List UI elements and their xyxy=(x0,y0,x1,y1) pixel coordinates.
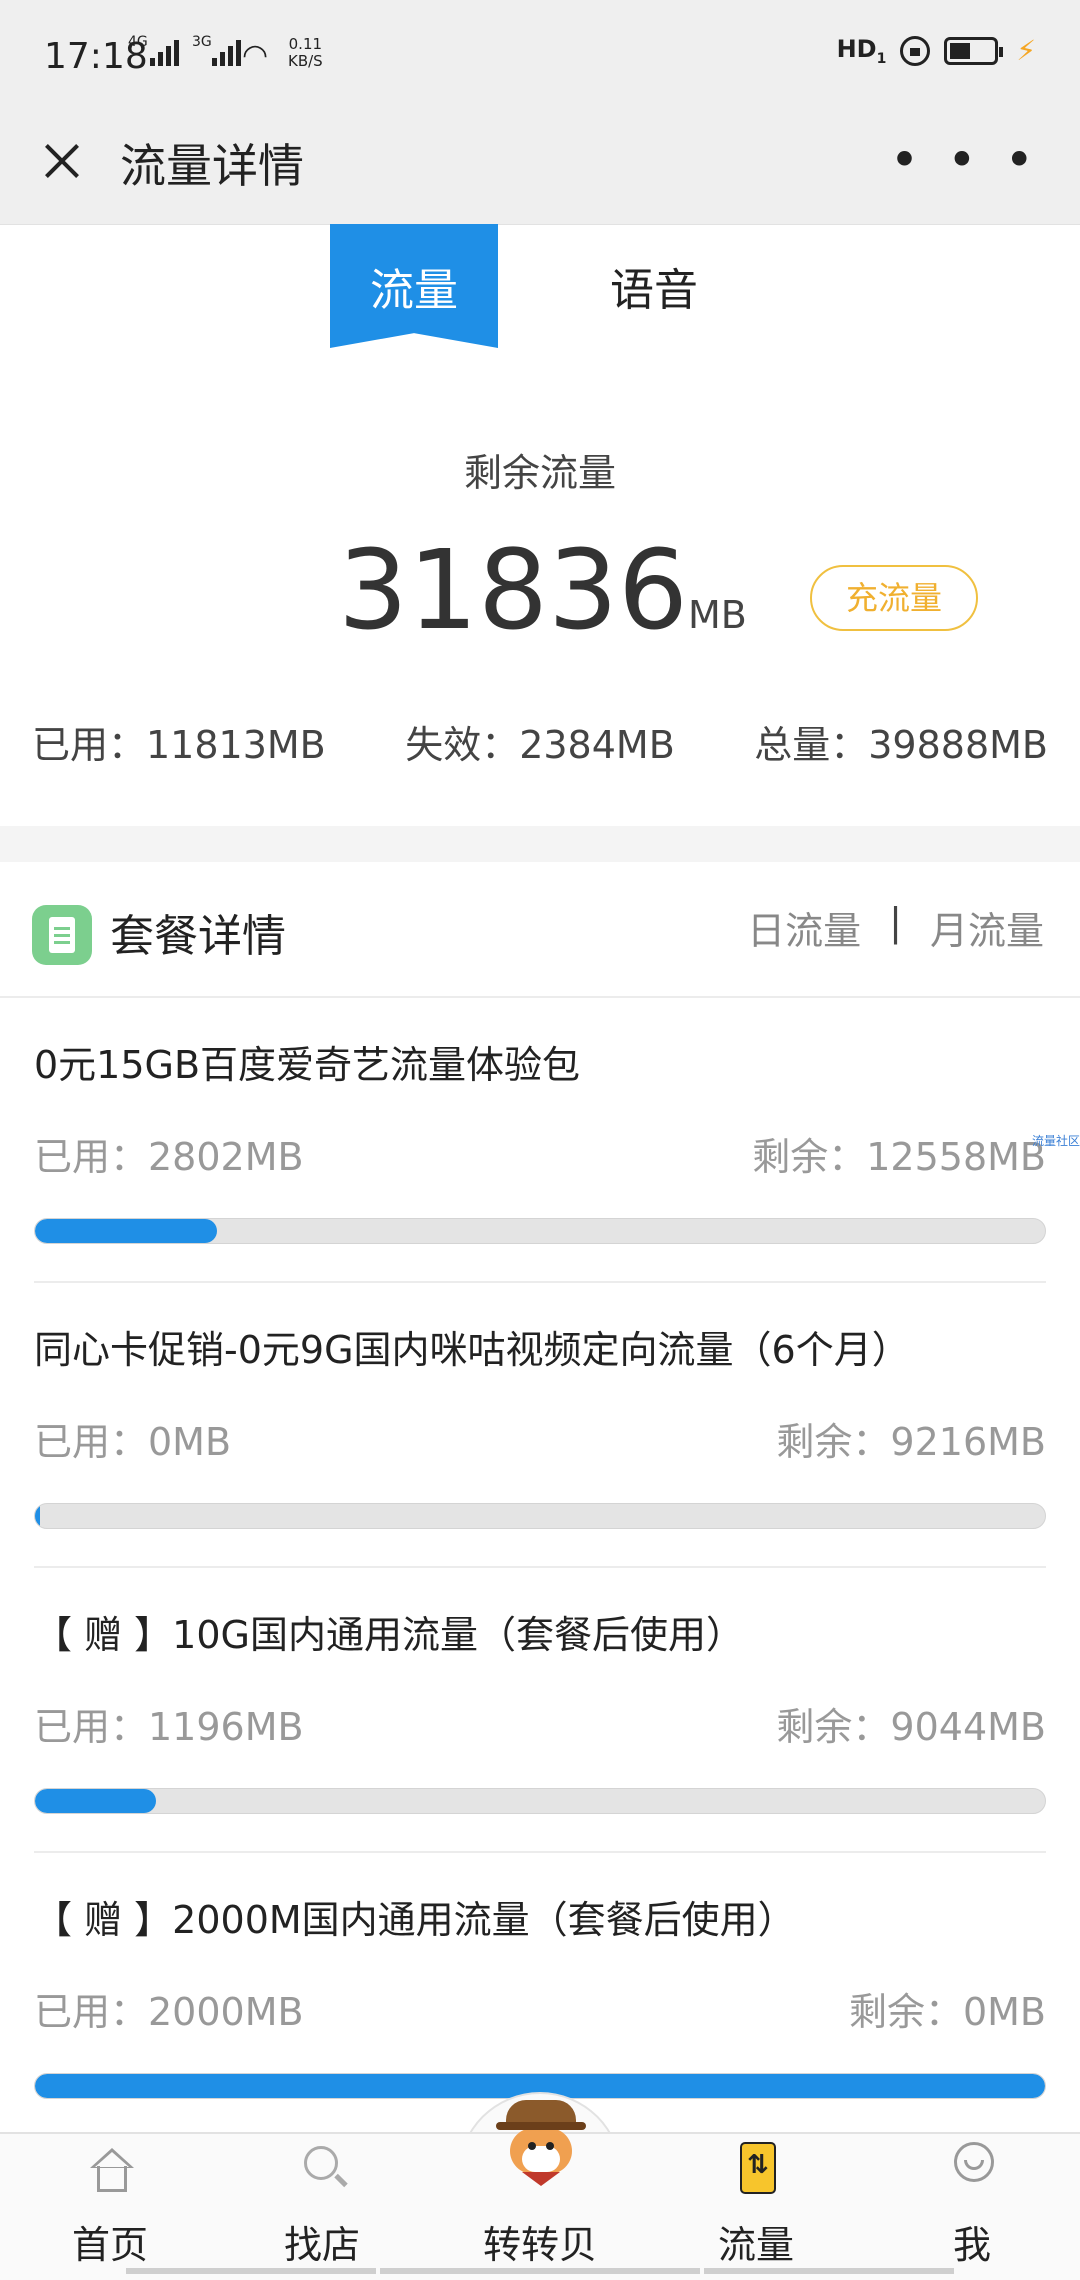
network-type-2: 3G xyxy=(192,34,212,50)
tab-voice[interactable]: 语音 xyxy=(610,254,698,318)
package-used: 已用：1196MB xyxy=(34,1705,304,1749)
home-icon xyxy=(90,2148,134,2192)
remaining-label: 剩余流量 xyxy=(463,451,616,495)
speed-value: 0.11 xyxy=(288,35,323,53)
title-bar: 流量详情 • • • xyxy=(0,110,1080,225)
package-used: 已用：0MB xyxy=(34,1420,232,1464)
signal-icon-2 xyxy=(212,40,241,66)
package-remaining: 剩余：12558MB xyxy=(752,1135,1046,1179)
switch-separator: | xyxy=(889,900,902,944)
package-used: 已用：2000MB xyxy=(34,1990,304,2034)
daily-flow-toggle[interactable]: 日流量 xyxy=(747,900,861,955)
charging-icon: ⚡ xyxy=(1016,34,1036,67)
battery-icon xyxy=(944,36,1004,65)
nav-home-label: 首页 xyxy=(71,2223,148,2267)
package-remaining: 剩余：0MB xyxy=(848,1990,1046,2034)
remaining-unit: MB xyxy=(687,593,747,637)
network-type-1: 4G xyxy=(128,34,148,50)
hd-icon: HD1 xyxy=(836,34,887,67)
nav-flow[interactable]: ⇅ 流量 xyxy=(656,2134,856,2280)
package-progress-bar xyxy=(34,1788,1046,1814)
remaining-number: 31836 xyxy=(338,526,688,654)
gesture-bar-center xyxy=(380,2268,700,2274)
user-icon xyxy=(952,2142,996,2194)
package-item[interactable]: 同心卡促销-0元9G国内咪咕视频定向流量（6个月） 已用：0MB 剩余：9216… xyxy=(0,1283,1080,1568)
nav-find-store[interactable]: 找店 xyxy=(222,2134,422,2280)
signal-icon-1 xyxy=(150,40,179,66)
used-stat: 已用：11813MB xyxy=(32,723,326,767)
watermark: 流量社区 xyxy=(1031,1134,1080,1148)
network-speed: 0.11 KB/S xyxy=(288,36,323,70)
remaining-value: 31836MB xyxy=(338,530,747,675)
recharge-button[interactable]: 充流量 xyxy=(810,565,978,631)
section-divider xyxy=(0,826,1080,862)
nav-find-store-label: 找店 xyxy=(283,2223,360,2267)
package-section-title: 套餐详情 xyxy=(110,911,286,962)
nav-me-label: 我 xyxy=(952,2223,991,2267)
progress-fill xyxy=(35,1504,41,1528)
package-name: 同心卡促销-0元9G国内咪咕视频定向流量（6个月） xyxy=(34,1328,910,1372)
usage-stats: 已用：11813MB 失效：2384MB 总量：39888MB xyxy=(32,714,1048,769)
package-item[interactable]: 0元15GB百度爱奇艺流量体验包 已用：2802MB 剩余：12558MB xyxy=(0,998,1080,1283)
progress-fill xyxy=(35,1789,157,1813)
package-name: 【 赠 】2000M国内通用流量（套餐后使用） xyxy=(34,1898,796,1942)
close-icon[interactable] xyxy=(36,132,86,192)
package-remaining: 剩余：9044MB xyxy=(776,1705,1046,1749)
total-stat: 总量：39888MB xyxy=(754,723,1048,767)
package-progress-bar xyxy=(34,1503,1046,1529)
period-switch: 日流量 | 月流量 xyxy=(747,900,1044,955)
search-icon xyxy=(302,2144,348,2188)
more-icon[interactable]: • • • xyxy=(890,130,1040,190)
status-icons: HD1 ⚡ xyxy=(837,34,1036,67)
flow-card-icon: ⇅ xyxy=(740,2142,776,2194)
nav-zhuanzhuanbei-label: 转转贝 xyxy=(482,2223,597,2267)
nav-home[interactable]: 首页 xyxy=(10,2134,210,2280)
wifi-icon: ◠ xyxy=(242,38,269,73)
package-name: 0元15GB百度爱奇艺流量体验包 xyxy=(34,1043,581,1087)
progress-fill xyxy=(35,1219,217,1243)
package-progress-bar xyxy=(34,1218,1046,1244)
gesture-bar-right xyxy=(704,2268,954,2274)
package-item[interactable]: 【 赠 】10G国内通用流量（套餐后使用） 已用：1196MB 剩余：9044M… xyxy=(0,1568,1080,1853)
gesture-bar-left xyxy=(126,2268,376,2274)
status-bar: 17:18 4G 3G ◠ 0.11 KB/S HD1 ⚡ xyxy=(0,0,1080,110)
monthly-flow-toggle[interactable]: 月流量 xyxy=(930,900,1044,955)
nav-flow-label: 流量 xyxy=(717,2223,794,2267)
speed-unit: KB/S xyxy=(288,52,323,70)
page-title: 流量详情 xyxy=(120,139,304,193)
package-used: 已用：2802MB xyxy=(34,1135,304,1179)
package-name: 【 赠 】10G国内通用流量（套餐后使用） xyxy=(34,1613,744,1657)
package-remaining: 剩余：9216MB xyxy=(776,1420,1046,1464)
tab-data[interactable]: 流量 xyxy=(330,224,498,348)
expired-stat: 失效：2384MB xyxy=(405,723,675,767)
document-icon xyxy=(32,905,92,965)
rotation-lock-icon xyxy=(900,35,931,66)
nav-me[interactable]: 我 xyxy=(872,2134,1072,2280)
mascot-icon[interactable] xyxy=(496,2100,586,2186)
